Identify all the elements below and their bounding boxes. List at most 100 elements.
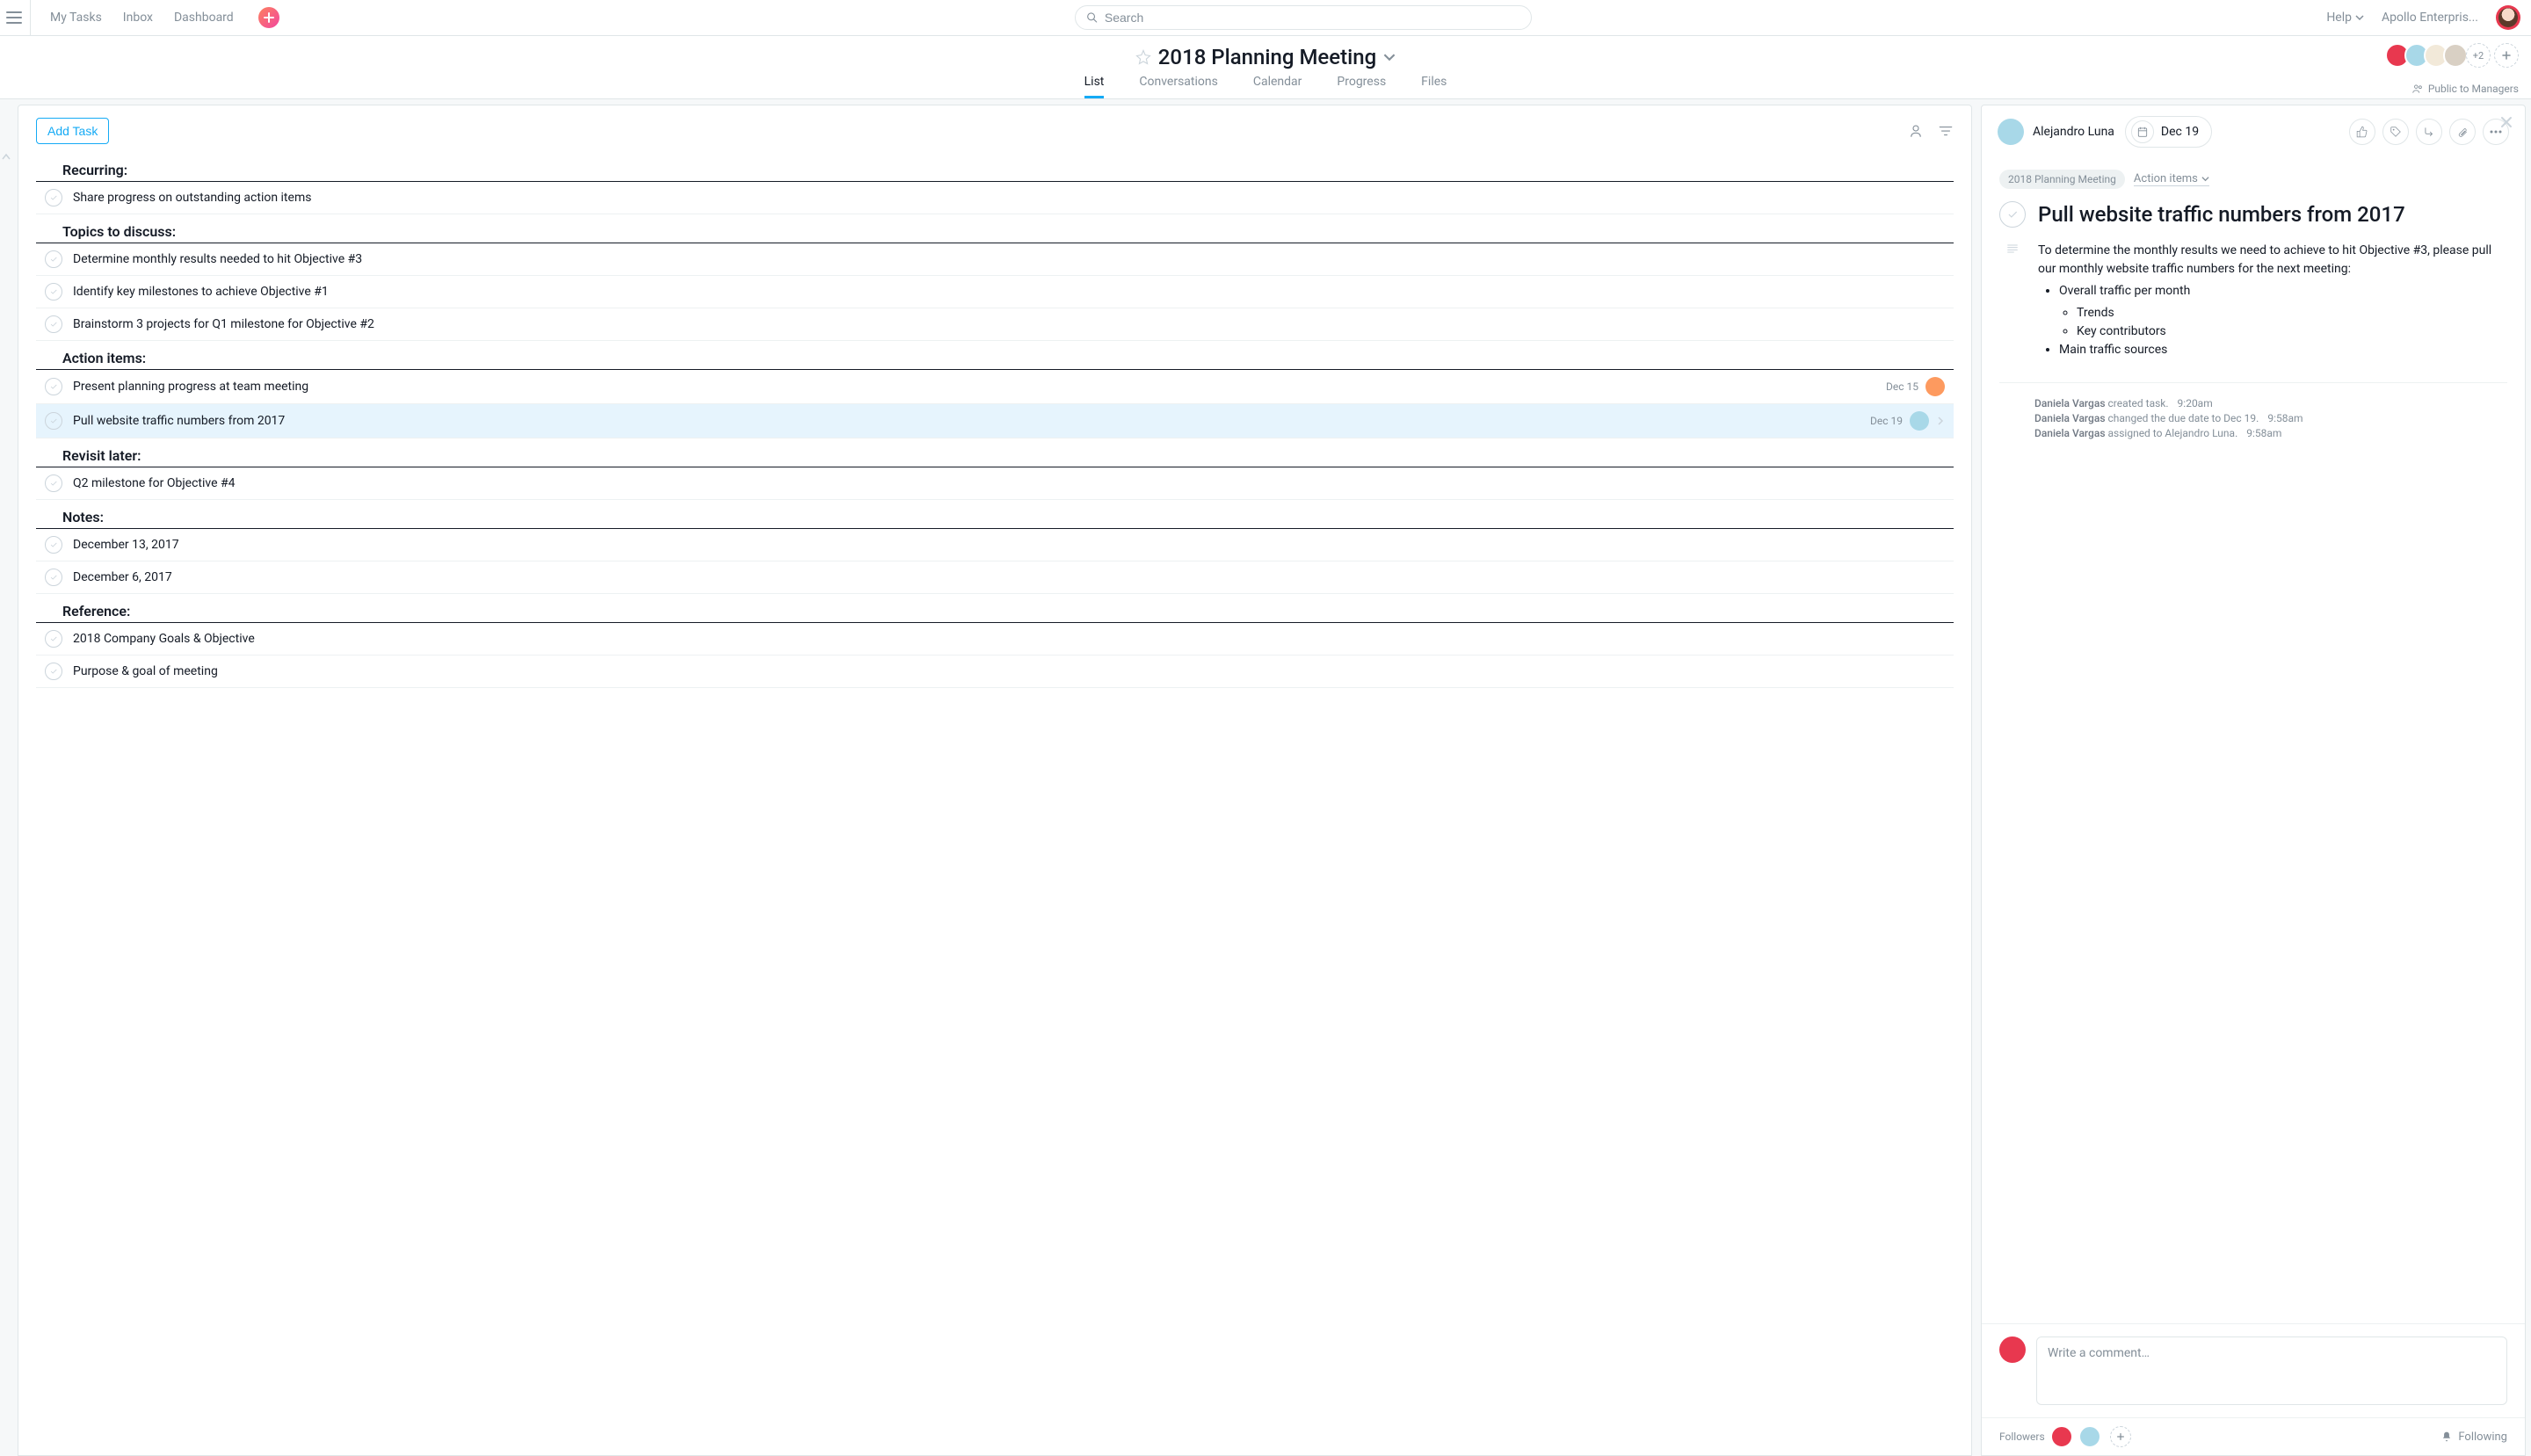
- menu-toggle[interactable]: [11, 0, 31, 36]
- subtask-icon: [2423, 126, 2435, 138]
- task-name: Pull website traffic numbers from 2017: [73, 414, 1870, 428]
- filter-icon[interactable]: [1938, 123, 1954, 139]
- task-row[interactable]: Determine monthly results needed to hit …: [36, 243, 1954, 276]
- complete-task-button[interactable]: [1999, 201, 2026, 228]
- complete-checkbox[interactable]: [45, 250, 62, 268]
- section-header[interactable]: Reference:: [36, 599, 1954, 623]
- comment-input[interactable]: Write a comment…: [2036, 1336, 2507, 1405]
- task-row[interactable]: Purpose & goal of meeting: [36, 656, 1954, 688]
- star-icon[interactable]: [1135, 49, 1151, 65]
- nav-dashboard[interactable]: Dashboard: [174, 11, 234, 25]
- chevron-right-icon: [1936, 417, 1945, 425]
- section-header[interactable]: Notes:: [36, 505, 1954, 529]
- follower-avatar[interactable]: [2050, 1425, 2073, 1448]
- task-name: December 13, 2017: [73, 538, 1945, 552]
- more-icon: [2490, 130, 2502, 134]
- close-icon[interactable]: [2500, 116, 2513, 128]
- project-header: 2018 Planning Meeting List Conversations…: [0, 36, 2531, 99]
- help-menu[interactable]: Help: [2326, 11, 2364, 25]
- activity-entry: Daniela Vargas assigned to Alejandro Lun…: [2034, 427, 2507, 439]
- section-header[interactable]: Recurring:: [36, 158, 1954, 182]
- complete-checkbox[interactable]: [45, 283, 62, 301]
- task-row[interactable]: Q2 milestone for Objective #4: [36, 467, 1954, 500]
- assignee-avatar: [1998, 119, 2024, 145]
- complete-checkbox[interactable]: [45, 412, 62, 430]
- task-name: Purpose & goal of meeting: [73, 664, 1945, 678]
- complete-checkbox[interactable]: [45, 630, 62, 648]
- chevron-down-icon: [2201, 175, 2209, 183]
- task-row[interactable]: December 13, 2017: [36, 529, 1954, 561]
- complete-checkbox[interactable]: [45, 569, 62, 586]
- due-date-button[interactable]: Dec 19: [2125, 116, 2212, 148]
- topbar: My Tasks Inbox Dashboard Help Apollo Ent…: [0, 0, 2531, 36]
- workspace-menu[interactable]: Apollo Enterpris...: [2382, 11, 2478, 25]
- assignee-button[interactable]: Alejandro Luna: [1998, 119, 2114, 145]
- project-visibility[interactable]: Public to Managers: [2411, 83, 2519, 95]
- search-box[interactable]: [1075, 5, 1532, 30]
- check-icon: [2006, 208, 2019, 221]
- tab-files[interactable]: Files: [1421, 75, 1447, 98]
- task-row[interactable]: Pull website traffic numbers from 2017 D…: [36, 404, 1954, 438]
- activity-entry: Daniela Vargas created task.9:20am: [2034, 397, 2507, 409]
- task-description[interactable]: To determine the monthly results we need…: [2038, 242, 2507, 359]
- task-row[interactable]: Present planning progress at team meetin…: [36, 370, 1954, 404]
- attach-button[interactable]: [2449, 119, 2476, 145]
- tab-calendar[interactable]: Calendar: [1253, 75, 1302, 98]
- task-name: Identify key milestones to achieve Objec…: [73, 285, 1945, 299]
- tag-button[interactable]: [2382, 119, 2409, 145]
- search-icon: [1086, 11, 1098, 24]
- task-due-date: Dec 15: [1886, 380, 1918, 393]
- search-input[interactable]: [1105, 11, 1520, 25]
- breadcrumb-section[interactable]: Action items: [2134, 172, 2209, 186]
- section-header[interactable]: Topics to discuss:: [36, 220, 1954, 243]
- members-overflow[interactable]: +2: [2466, 43, 2491, 68]
- add-follower-button[interactable]: [2110, 1426, 2131, 1447]
- nav-my-tasks[interactable]: My Tasks: [50, 11, 102, 25]
- activity-entry: Daniela Vargas changed the due date to D…: [2034, 412, 2507, 424]
- plus-icon: [2116, 1432, 2125, 1441]
- followers-label: Followers: [1999, 1431, 2045, 1443]
- task-row[interactable]: Brainstorm 3 projects for Q1 milestone f…: [36, 308, 1954, 341]
- chevron-down-icon[interactable]: [1383, 51, 1396, 63]
- section-header[interactable]: Revisit later:: [36, 444, 1954, 467]
- task-row[interactable]: December 6, 2017: [36, 561, 1954, 594]
- tab-progress[interactable]: Progress: [1337, 75, 1386, 98]
- description-icon: [2005, 242, 2020, 256]
- member-avatar[interactable]: [2443, 43, 2468, 68]
- user-avatar[interactable]: [2496, 5, 2520, 30]
- complete-checkbox[interactable]: [45, 378, 62, 395]
- nav-inbox[interactable]: Inbox: [123, 11, 153, 25]
- section-header[interactable]: Action items:: [36, 346, 1954, 370]
- chevron-down-icon: [2355, 13, 2364, 22]
- task-name: Present planning progress at team meetin…: [73, 380, 1886, 394]
- task-detail-panel: Alejandro Luna Dec 19 2018 Planning Meet…: [1981, 105, 2526, 1456]
- task-row[interactable]: Share progress on outstanding action ite…: [36, 182, 1954, 214]
- task-title[interactable]: Pull website traffic numbers from 2017: [2038, 201, 2405, 228]
- task-name: December 6, 2017: [73, 570, 1945, 584]
- complete-checkbox[interactable]: [45, 663, 62, 680]
- task-assignee-avatar: [1925, 377, 1945, 396]
- task-row[interactable]: 2018 Company Goals & Objective: [36, 623, 1954, 656]
- person-icon[interactable]: [1908, 123, 1924, 139]
- follower-avatar[interactable]: [2078, 1425, 2101, 1448]
- tag-icon: [2390, 126, 2402, 138]
- sidebar-expand-handle[interactable]: [0, 99, 12, 1456]
- breadcrumb-project[interactable]: 2018 Planning Meeting: [1999, 170, 2125, 189]
- complete-checkbox[interactable]: [45, 474, 62, 492]
- people-icon: [2411, 83, 2424, 95]
- complete-checkbox[interactable]: [45, 189, 62, 206]
- following-toggle[interactable]: Following: [2440, 1431, 2507, 1444]
- tab-list[interactable]: List: [1084, 75, 1105, 98]
- subtask-button[interactable]: [2416, 119, 2442, 145]
- attachment-icon: [2456, 126, 2469, 138]
- quick-add-button[interactable]: [258, 7, 279, 28]
- task-name: 2018 Company Goals & Objective: [73, 632, 1945, 646]
- complete-checkbox[interactable]: [45, 315, 62, 333]
- task-row[interactable]: Identify key milestones to achieve Objec…: [36, 276, 1954, 308]
- top-nav: My Tasks Inbox Dashboard: [50, 7, 279, 28]
- tab-conversations[interactable]: Conversations: [1139, 75, 1217, 98]
- like-button[interactable]: [2349, 119, 2375, 145]
- add-member-button[interactable]: [2494, 43, 2519, 68]
- add-task-button[interactable]: Add Task: [36, 118, 109, 144]
- complete-checkbox[interactable]: [45, 536, 62, 554]
